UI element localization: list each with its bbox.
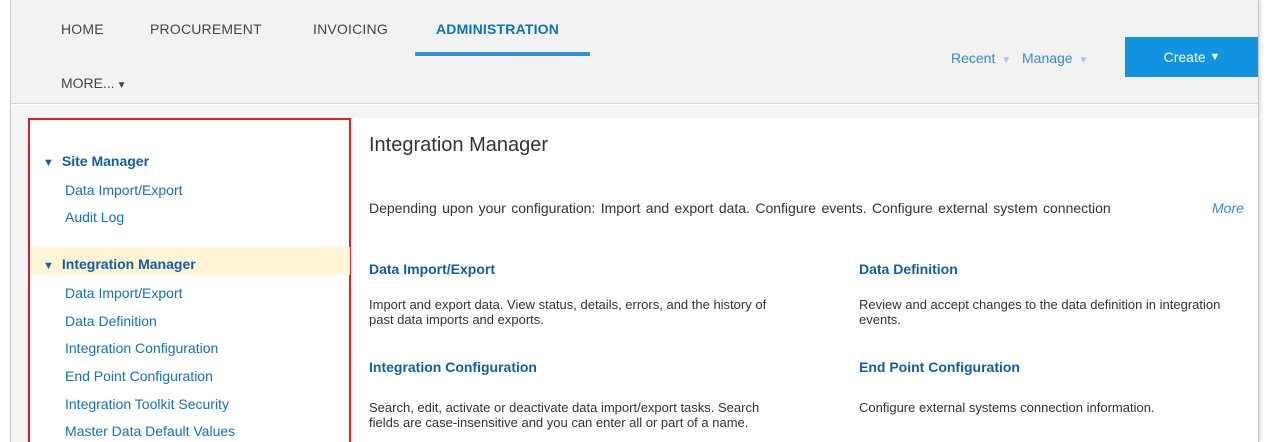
sidebar-item-master-data-default-values[interactable]: Master Data Default Values	[65, 423, 235, 439]
tab-invoicing[interactable]: INVOICING	[313, 21, 388, 37]
more-link[interactable]: More	[1212, 200, 1244, 216]
sidebar-section-label: Site Manager	[61, 153, 150, 169]
sidebar-item-data-import-export[interactable]: Data Import/Export	[65, 285, 183, 301]
tab-administration[interactable]: ADMINISTRATION	[436, 21, 559, 37]
sidebar-item-end-point-configuration[interactable]: End Point Configuration	[65, 368, 213, 384]
app-window: HOME PROCUREMENT INVOICING ADMINISTRATIO…	[10, 0, 1259, 442]
page-description: Depending upon your configuration: Impor…	[369, 200, 1111, 216]
content-area: ▼ Site Manager Data Import/Export Audit L…	[11, 105, 1258, 442]
more-menu-label: MORE...	[61, 75, 115, 91]
card-data-import-export-title[interactable]: Data Import/Export	[369, 261, 495, 277]
card-data-definition-title[interactable]: Data Definition	[859, 261, 958, 277]
chevron-down-icon: ▼	[1209, 51, 1221, 63]
card-integration-configuration-description: Search, edit, activate or deactivate dat…	[369, 400, 760, 430]
sidebar-item-data-definition[interactable]: Data Definition	[65, 313, 157, 329]
sidebar-item-audit-log[interactable]: Audit Log	[65, 209, 124, 225]
page-title: Integration Manager	[369, 134, 549, 156]
top-nav-bar: HOME PROCUREMENT INVOICING ADMINISTRATIO…	[11, 0, 1258, 104]
manage-label: Manage	[1022, 50, 1073, 66]
create-button-label: Create	[1163, 49, 1206, 65]
expanded-triangle-icon: ▼	[43, 260, 54, 272]
chevron-down-icon: ▼	[1001, 55, 1012, 66]
sidebar-section-site-manager[interactable]: ▼ Site Manager	[43, 153, 149, 169]
recent-menu[interactable]: Recent ▼	[951, 50, 1011, 66]
sidebar-item-site-data-import-export[interactable]: Data Import/Export	[65, 182, 183, 198]
sidebar-section-integration-manager[interactable]: ▼ Integration Manager	[43, 256, 196, 272]
sidebar-section-label: Integration Manager	[61, 256, 196, 272]
sidebar-item-integration-toolkit-security[interactable]: Integration Toolkit Security	[65, 396, 229, 412]
create-button[interactable]: Create ▼	[1125, 37, 1258, 77]
sidebar-item-integration-configuration[interactable]: Integration Configuration	[65, 340, 218, 356]
sidebar: ▼ Site Manager Data Import/Export Audit L…	[28, 118, 351, 442]
main-panel: Integration Manager Depending upon your …	[353, 118, 1258, 442]
more-menu[interactable]: MORE... ▼	[61, 75, 127, 91]
card-data-definition-description: Review and accept changes to the data de…	[859, 297, 1221, 327]
expanded-triangle-icon: ▼	[43, 157, 54, 169]
tab-home[interactable]: HOME	[61, 21, 104, 37]
card-integration-configuration-title[interactable]: Integration Configuration	[369, 359, 537, 375]
active-tab-indicator	[415, 52, 590, 56]
manage-menu[interactable]: Manage ▼	[1022, 50, 1088, 66]
recent-label: Recent	[951, 50, 996, 66]
chevron-down-icon: ▼	[116, 80, 127, 91]
card-data-import-export-description: Import and export data. View status, det…	[369, 297, 767, 327]
card-end-point-configuration-description: Configure external systems connection in…	[859, 400, 1155, 415]
tab-procurement[interactable]: PROCUREMENT	[150, 21, 262, 37]
card-end-point-configuration-title[interactable]: End Point Configuration	[859, 359, 1020, 375]
chevron-down-icon: ▼	[1078, 55, 1089, 66]
